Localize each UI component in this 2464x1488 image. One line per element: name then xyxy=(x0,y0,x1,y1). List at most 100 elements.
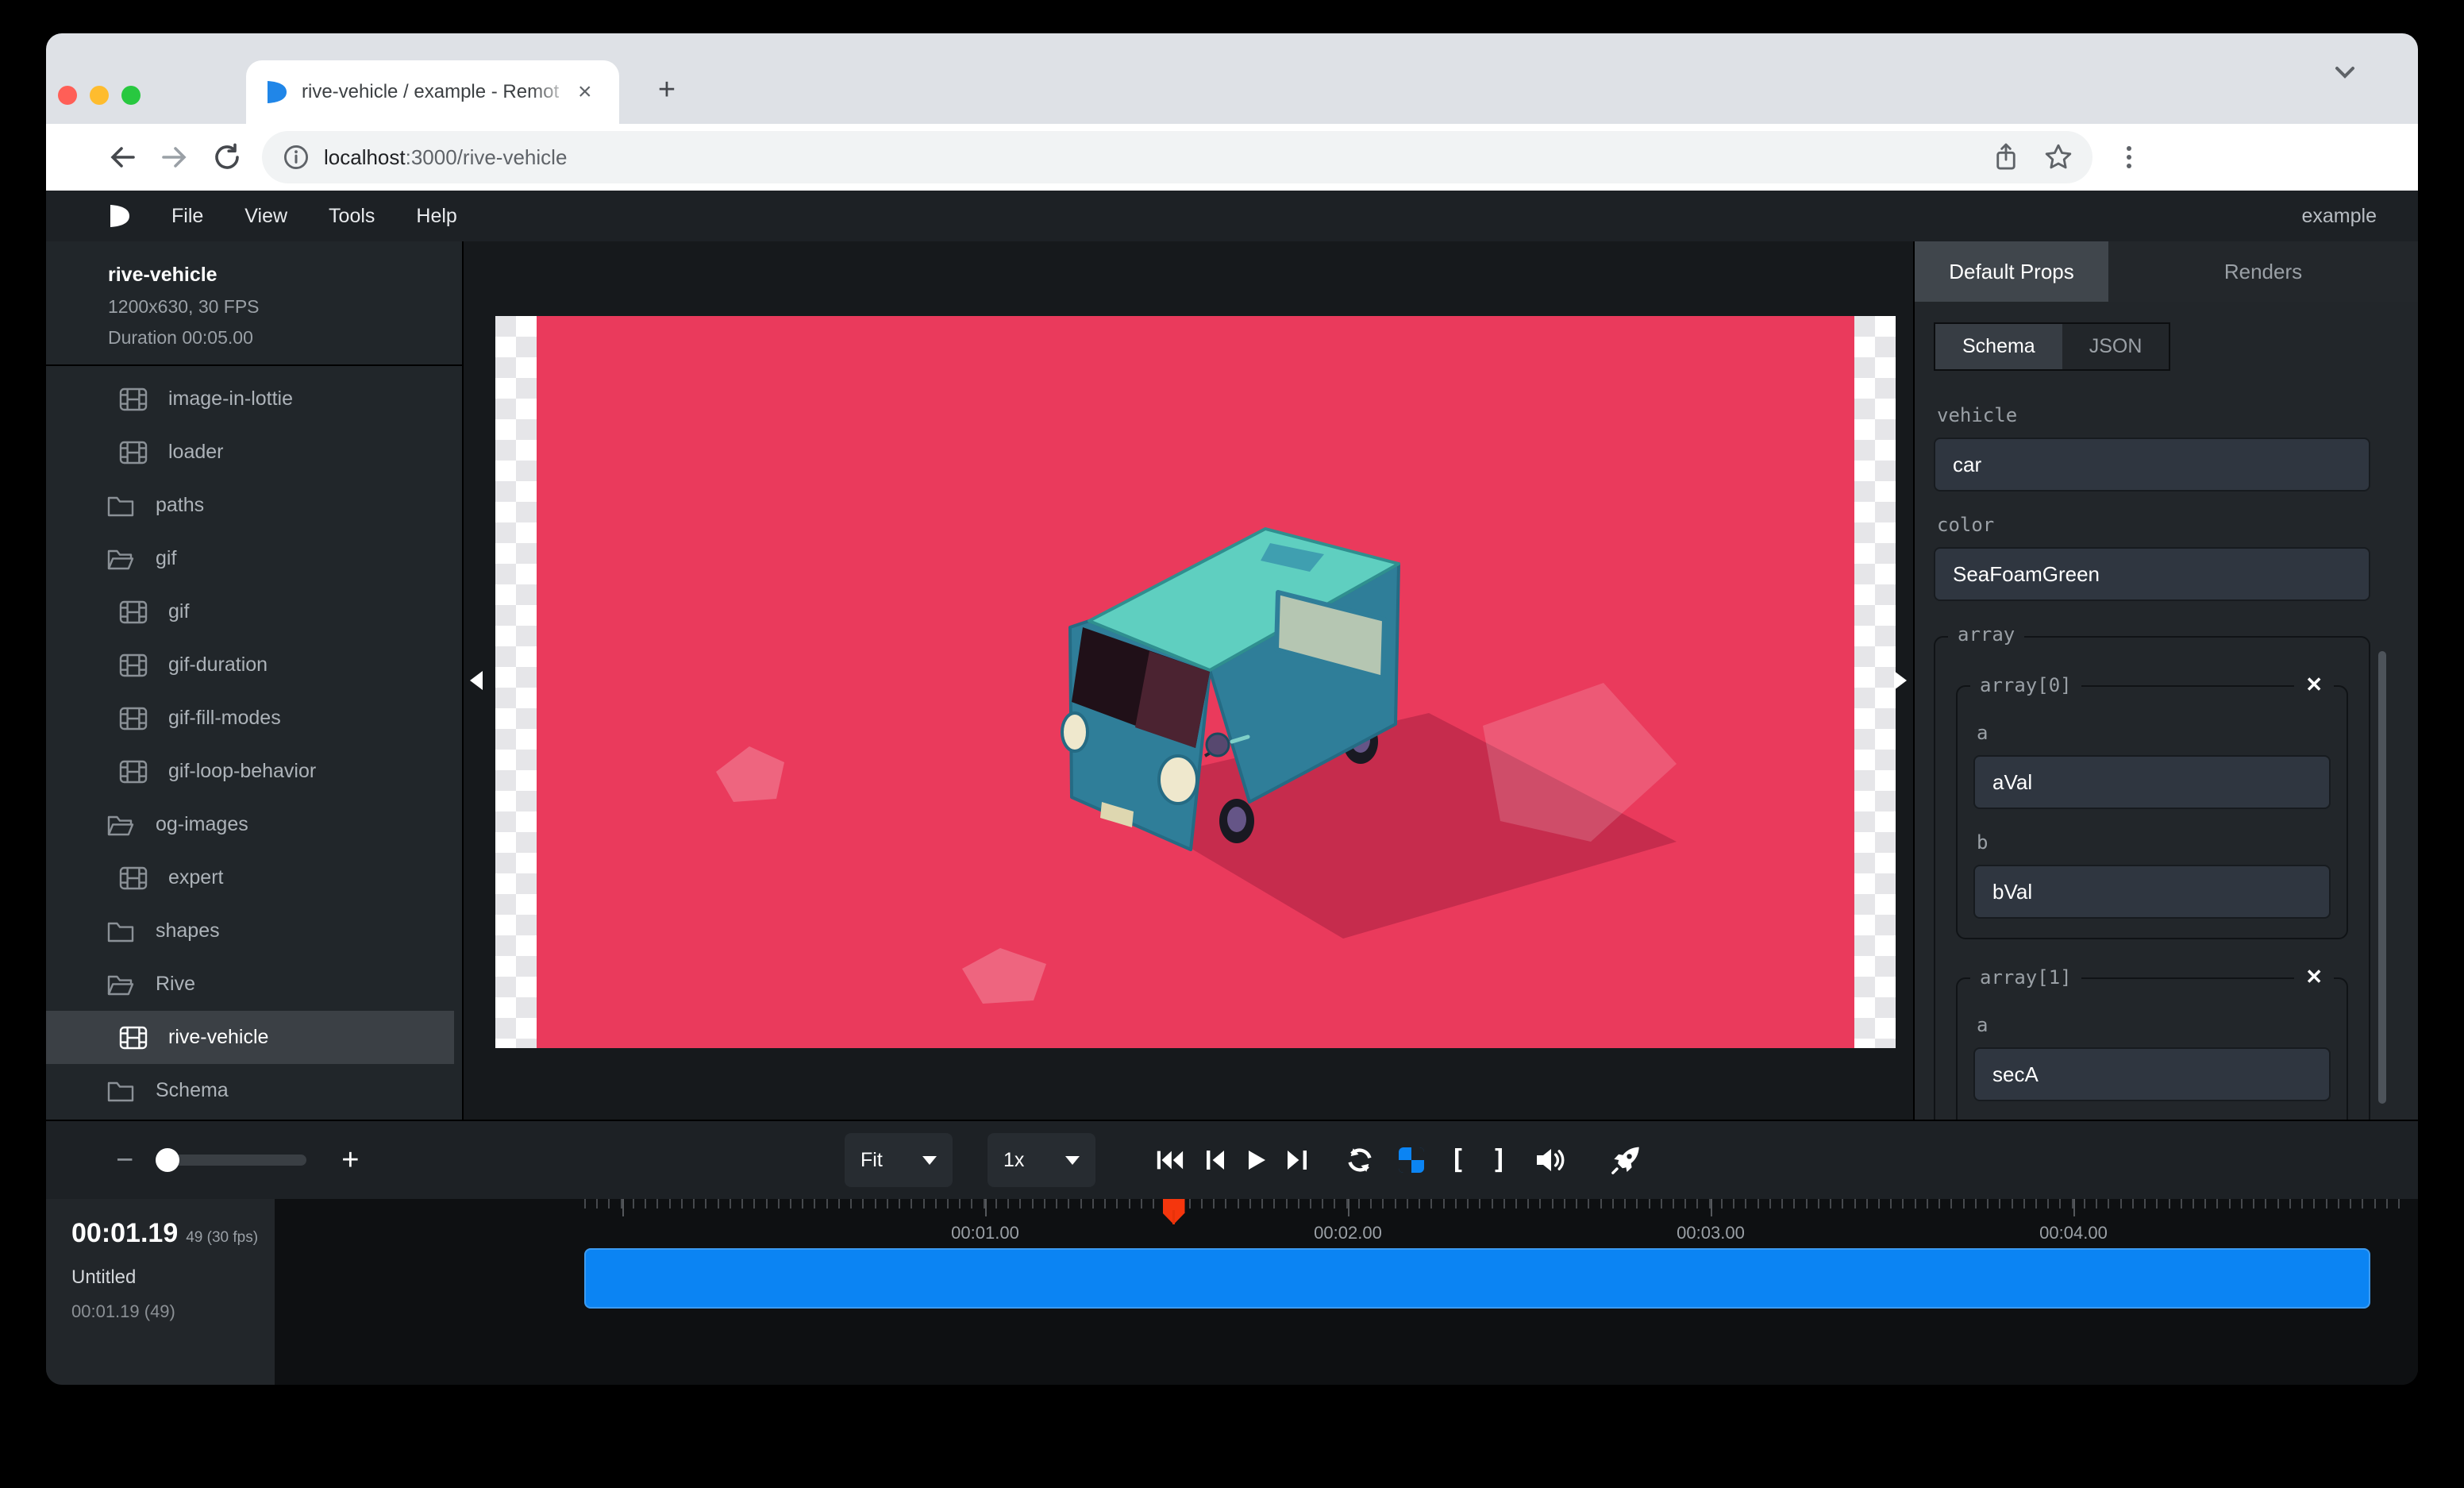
prop-label-color: color xyxy=(1937,514,2370,536)
collapse-sidebar-icon[interactable] xyxy=(470,671,483,690)
browser-toolbar: localhost:3000/rive-vehicle xyxy=(46,124,2418,191)
prop-input-a[interactable]: aVal xyxy=(1973,755,2331,809)
array-group: array array[0]✕aaValbbValarray[1]✕asecAb xyxy=(1934,636,2370,1120)
tab-search-chevron-icon[interactable] xyxy=(2329,56,2361,87)
reload-icon[interactable] xyxy=(211,141,243,173)
sidebar-item-image-in-lottie[interactable]: image-in-lottie xyxy=(46,372,462,426)
sidebar-item-rive-vehicle[interactable]: rive-vehicle xyxy=(46,1011,454,1064)
prop-label-a: a xyxy=(1977,722,2331,744)
skip-to-start-icon[interactable] xyxy=(1154,1149,1184,1171)
mode-json[interactable]: JSON xyxy=(2062,324,2169,369)
remove-item-button[interactable]: ✕ xyxy=(2294,673,2334,697)
composition-resolution: 1200x630, 30 FPS xyxy=(108,296,462,318)
sidebar-item-rive[interactable]: Rive xyxy=(46,958,462,1011)
mode-schema[interactable]: Schema xyxy=(1935,324,2062,369)
sidebar-item-loader[interactable]: loader xyxy=(46,426,462,479)
folder-closed-icon xyxy=(106,494,135,518)
fit-dropdown[interactable]: Fit xyxy=(845,1133,953,1187)
browser-tab[interactable]: rive-vehicle / example - Remot × xyxy=(246,60,619,124)
track-name: Untitled xyxy=(71,1266,275,1289)
render-rocket-icon[interactable] xyxy=(1611,1145,1641,1175)
film-icon xyxy=(119,441,148,465)
menu-file[interactable]: File xyxy=(171,205,203,228)
zoom-slider[interactable] xyxy=(156,1155,306,1166)
volume-icon[interactable] xyxy=(1534,1147,1566,1173)
play-icon[interactable] xyxy=(1245,1149,1267,1171)
address-bar[interactable]: localhost:3000/rive-vehicle xyxy=(262,131,2092,183)
transparency-toggle[interactable] xyxy=(1399,1147,1424,1173)
sidebar-item-gif-loop-behavior[interactable]: gif-loop-behavior xyxy=(46,745,462,798)
sidebar-item-label: gif-duration xyxy=(168,653,268,677)
prop-input-vehicle[interactable]: car xyxy=(1934,438,2370,492)
bookmark-star-icon[interactable] xyxy=(2043,142,2073,172)
remotion-logo-icon[interactable] xyxy=(110,204,130,228)
zoom-in-button[interactable]: + xyxy=(341,1143,359,1178)
prop-input-a[interactable]: secA xyxy=(1973,1047,2331,1101)
out-marker-button[interactable]: ] xyxy=(1491,1144,1507,1176)
folder-open-icon xyxy=(106,547,135,571)
collapse-props-icon[interactable] xyxy=(1894,671,1907,690)
zoom-slider-thumb[interactable] xyxy=(156,1148,179,1172)
timeline-track-area[interactable]: 00:01.0000:02.0000:03.0000:04.00 xyxy=(275,1199,2418,1385)
new-tab-button[interactable]: + xyxy=(646,70,687,111)
menu-help[interactable]: Help xyxy=(416,205,456,228)
prop-input-color[interactable]: SeaFoamGreen xyxy=(1934,547,2370,601)
tab-default-props[interactable]: Default Props xyxy=(1915,241,2108,302)
timeline-track-bar[interactable] xyxy=(584,1248,2370,1309)
playhead[interactable] xyxy=(1163,1199,1185,1224)
array-item-group: array[1]✕asecAb xyxy=(1956,977,2348,1120)
sidebar-item-gif-duration[interactable]: gif-duration xyxy=(46,638,462,692)
remove-item-button[interactable]: ✕ xyxy=(2294,965,2334,989)
sidebar-item-shapes[interactable]: shapes xyxy=(46,904,462,958)
in-marker-button[interactable]: [ xyxy=(1450,1144,1465,1176)
right-panel: Default Props Renders Schema JSON vehicl… xyxy=(1915,241,2418,1120)
previous-frame-icon[interactable] xyxy=(1203,1149,1226,1171)
sidebar-item-paths[interactable]: paths xyxy=(46,479,462,532)
timeline-second-label: 00:04.00 xyxy=(2039,1223,2108,1243)
site-info-icon[interactable] xyxy=(283,144,310,171)
timeline: 00:01.1949 (30 fps) Untitled 00:01.19 (4… xyxy=(46,1199,2418,1385)
folder-closed-icon xyxy=(106,1079,135,1103)
track-duration: 00:01.19 (49) xyxy=(71,1301,275,1322)
window-close-button[interactable] xyxy=(58,86,77,105)
right-panel-tabs: Default Props Renders xyxy=(1915,241,2418,302)
sidebar-item-gif[interactable]: gif xyxy=(46,585,462,638)
composition-title: rive-vehicle xyxy=(108,264,462,287)
sidebar-item-gif-fill-modes[interactable]: gif-fill-modes xyxy=(46,692,462,745)
zoom-out-button[interactable]: − xyxy=(116,1143,133,1178)
timeline-second-label: 00:03.00 xyxy=(1677,1223,1745,1243)
menu-tools[interactable]: Tools xyxy=(329,205,375,228)
chevron-down-icon xyxy=(1065,1156,1080,1165)
skip-to-end-icon[interactable] xyxy=(1286,1149,1308,1171)
film-icon xyxy=(119,600,148,624)
sidebar-item-label: gif xyxy=(168,600,189,623)
share-icon[interactable] xyxy=(1991,142,2021,172)
array-label: array xyxy=(1948,623,2024,646)
array-item-label: array[0] xyxy=(1970,674,2081,696)
film-icon xyxy=(119,707,148,731)
window-minimize-button[interactable] xyxy=(90,86,109,105)
browser-menu-icon[interactable] xyxy=(2115,143,2143,172)
menu-view[interactable]: View xyxy=(244,205,287,228)
window-zoom-button[interactable] xyxy=(121,86,141,105)
sidebar-item-og-images[interactable]: og-images xyxy=(46,798,462,851)
tab-close-icon[interactable]: × xyxy=(578,80,592,104)
playhead-line xyxy=(1172,1210,1175,1224)
sidebar-item-expert[interactable]: expert xyxy=(46,851,462,904)
loop-icon[interactable] xyxy=(1345,1147,1375,1174)
sidebar-item-label: gif xyxy=(156,547,176,570)
prop-input-b[interactable]: bVal xyxy=(1973,865,2331,919)
browser-window: rive-vehicle / example - Remot × + local… xyxy=(46,33,2418,1385)
vehicle-artwork xyxy=(537,316,1854,1048)
film-icon xyxy=(119,387,148,411)
sidebar-item-gif[interactable]: gif xyxy=(46,532,462,585)
playback-rate-dropdown[interactable]: 1x xyxy=(988,1133,1095,1187)
composition-duration: Duration 00:05.00 xyxy=(108,327,462,349)
tab-renders[interactable]: Renders xyxy=(2108,241,2418,302)
back-icon[interactable] xyxy=(106,141,138,173)
transparency-checker-left xyxy=(495,316,537,1048)
timeline-info-box: 00:01.1949 (30 fps) Untitled 00:01.19 (4… xyxy=(46,1199,275,1385)
forward-icon[interactable] xyxy=(159,141,191,173)
sidebar-item-schema[interactable]: Schema xyxy=(46,1064,462,1117)
props-scrollbar[interactable] xyxy=(2378,651,2386,1104)
